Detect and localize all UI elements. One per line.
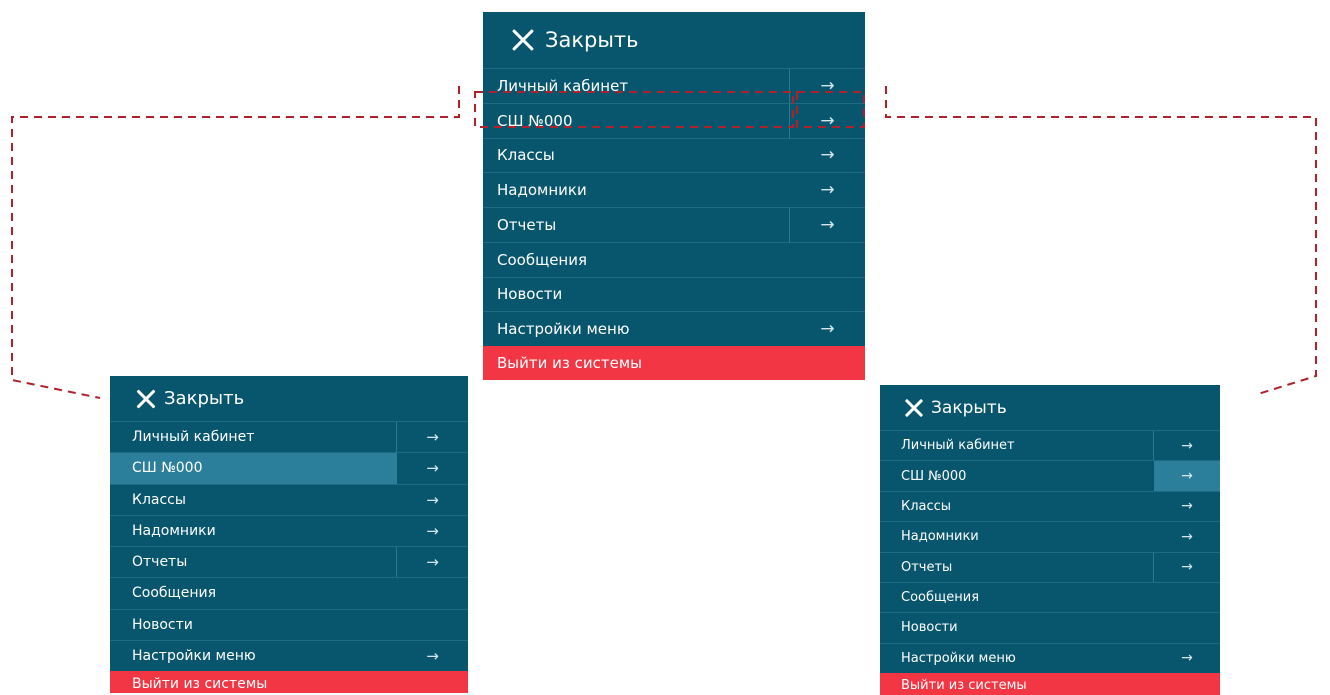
arrow-right-icon[interactable]: → <box>1153 431 1220 461</box>
menu-item-reports[interactable]: Отчеты → <box>110 546 468 578</box>
menu-item-classes[interactable]: Классы → <box>483 137 865 173</box>
nav-menu-left: Закрыть Личный кабинет → СШ №000 → Класс… <box>110 376 468 693</box>
callout-connector-left <box>11 86 460 399</box>
close-icon <box>136 389 156 409</box>
close-label: Закрыть <box>545 28 639 52</box>
menu-item-school[interactable]: СШ №000 → <box>483 102 865 138</box>
close-icon <box>904 398 923 417</box>
menu-item-reports[interactable]: Отчеты → <box>483 207 865 242</box>
arrow-right-icon[interactable]: → <box>397 485 468 515</box>
arrow-right-icon[interactable]: → <box>789 69 865 103</box>
menu-item-list: Личный кабинет → СШ №000 → Классы → Надо… <box>880 430 1220 673</box>
arrow-right-icon[interactable]: → <box>1154 492 1220 521</box>
arrow-right-icon[interactable]: → <box>1153 552 1220 582</box>
menu-item-school[interactable]: СШ №000 → <box>110 452 468 484</box>
close-icon <box>511 28 535 52</box>
nav-menu-center: Закрыть Личный кабинет → СШ №000 → Класс… <box>483 12 865 380</box>
logout-label: Выйти из системы <box>901 678 1027 693</box>
menu-item-personal-account[interactable]: Личный кабинет → <box>880 430 1220 461</box>
menu-item-label-highlighted: СШ №000 <box>110 453 397 484</box>
menu-item-messages[interactable]: Сообщения <box>483 241 865 277</box>
menu-item-label: Сообщения <box>497 250 588 269</box>
menu-item-label: Новости <box>497 285 563 304</box>
menu-item-list: Личный кабинет → СШ №000 → Классы → Надо… <box>483 68 865 346</box>
arrow-right-icon[interactable]: → <box>1154 644 1220 673</box>
menu-item-menu-settings[interactable]: Настройки меню → <box>110 639 468 671</box>
close-label: Закрыть <box>164 388 245 409</box>
arrow-right-icon[interactable]: → <box>790 139 865 173</box>
menu-item-menu-settings[interactable]: Настройки меню → <box>880 642 1220 673</box>
menu-item-reports[interactable]: Отчеты → <box>880 551 1220 582</box>
menu-item-classes[interactable]: Классы → <box>880 490 1220 521</box>
logout-button[interactable]: Выйти из системы <box>483 346 865 380</box>
menu-item-classes[interactable]: Классы → <box>110 483 468 515</box>
menu-item-news[interactable]: Новости <box>880 612 1220 642</box>
close-label: Закрыть <box>931 397 1007 418</box>
logout-button[interactable]: Выйти из системы <box>110 671 468 693</box>
callout-connector-right <box>885 86 1317 395</box>
close-button[interactable]: Закрыть <box>483 12 865 68</box>
menu-item-menu-settings[interactable]: Настройки меню → <box>483 311 865 346</box>
menu-item-homeschoolers[interactable]: Надомники → <box>483 172 865 207</box>
arrow-right-icon[interactable]: → <box>790 312 865 346</box>
close-button[interactable]: Закрыть <box>110 376 468 421</box>
menu-item-school[interactable]: СШ №000 → <box>880 460 1220 491</box>
arrow-right-icon[interactable]: → <box>396 547 468 578</box>
menu-item-news[interactable]: Новости <box>110 608 468 640</box>
arrow-right-icon[interactable]: → <box>397 641 468 671</box>
logout-label: Выйти из системы <box>497 354 642 372</box>
arrow-right-icon[interactable]: → <box>789 208 865 242</box>
menu-item-news[interactable]: Новости <box>483 276 865 312</box>
menu-item-messages[interactable]: Сообщения <box>880 581 1220 612</box>
menu-item-homeschoolers[interactable]: Надомники → <box>880 521 1220 551</box>
arrow-right-icon-highlighted[interactable]: → <box>1154 461 1220 491</box>
menu-item-label: Сообщения <box>901 590 980 606</box>
menu-item-messages[interactable]: Сообщения <box>110 577 468 608</box>
close-button[interactable]: Закрыть <box>880 385 1220 430</box>
arrow-right-icon[interactable]: → <box>397 453 468 483</box>
nav-menu-right: Закрыть Личный кабинет → СШ №000 → Класс… <box>880 385 1220 695</box>
menu-item-homeschoolers[interactable]: Надомники → <box>110 514 468 546</box>
arrow-right-icon[interactable]: → <box>396 422 468 453</box>
arrow-right-icon[interactable]: → <box>789 103 865 138</box>
menu-item-personal-account[interactable]: Личный кабинет → <box>483 68 865 103</box>
menu-item-label: Новости <box>901 620 958 636</box>
menu-item-list: Личный кабинет → СШ №000 → Классы → Надо… <box>110 421 468 671</box>
arrow-right-icon[interactable]: → <box>397 516 468 546</box>
logout-button[interactable]: Выйти из системы <box>880 673 1220 695</box>
menu-item-label: Сообщения <box>132 585 217 602</box>
menu-item-label: Новости <box>132 616 193 633</box>
logout-label: Выйти из системы <box>132 676 268 692</box>
menu-item-personal-account[interactable]: Личный кабинет → <box>110 421 468 453</box>
arrow-right-icon[interactable]: → <box>1154 522 1220 551</box>
arrow-right-icon[interactable]: → <box>790 173 865 207</box>
